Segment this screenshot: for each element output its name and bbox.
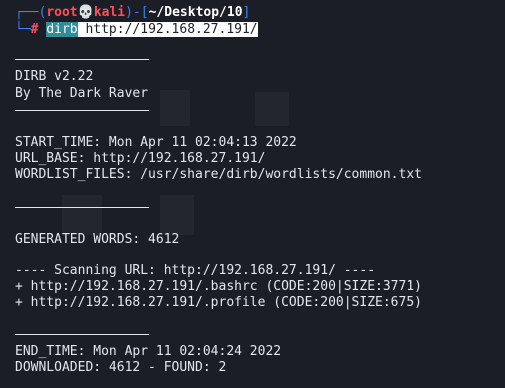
downloaded-summary: DOWNLOADED: 4612 - FOUND: 2 [15,360,227,375]
banner-author: By The Dark Raver [15,86,149,101]
separator [15,334,149,335]
url-base: URL_BASE: http://192.168.27.191/ [15,151,266,166]
result-line: + http://192.168.27.191/.profile (CODE:2… [15,295,422,310]
desktop-ghost-icon [62,195,102,235]
prompt-host: kali [93,5,126,20]
start-time: START_TIME: Mon Apr 11 02:04:13 2022 [15,135,297,150]
command-name: dirb [46,22,78,37]
separator [15,59,149,60]
wordlist-files: WORDLIST_FILES: /usr/share/dirb/wordlist… [15,167,422,182]
prompt-frame-mid: )-[ [125,5,149,20]
prompt-frame-top: ┌──( [15,5,47,20]
desktop-ghost-icon [255,92,289,126]
prompt-frame-bottom: └─ [15,22,31,37]
desktop-ghost-icon [160,90,190,126]
result-line: + http://192.168.27.191/.bashrc (CODE:20… [15,279,422,294]
prompt-frame-end: ] [242,5,251,20]
skull-icon: 💀 [77,5,94,20]
desktop-ghost-icon [160,195,194,235]
separator [15,110,149,111]
prompt-user: root [46,5,78,20]
end-time: END_TIME: Mon Apr 11 02:04:24 2022 [15,344,282,359]
scanning-url: ---- Scanning URL: http://192.168.27.191… [15,263,376,278]
generated-words: GENERATED WORDS: 4612 [15,232,180,247]
separator [15,207,149,208]
command-args: http://192.168.27.191/ [77,22,258,37]
prompt-cwd: ~/Desktop/10 [148,5,243,20]
terminal-window[interactable]: ┌──(root💀kali)-[~/Desktop/10] └─# dirb h… [0,0,505,388]
prompt-input-line[interactable]: └─# dirb http://192.168.27.191/ [15,22,258,38]
prompt-header: ┌──(root💀kali)-[~/Desktop/10] [15,5,250,21]
banner-title: DIRB v2.22 [15,69,94,84]
prompt-symbol: # [30,22,39,37]
